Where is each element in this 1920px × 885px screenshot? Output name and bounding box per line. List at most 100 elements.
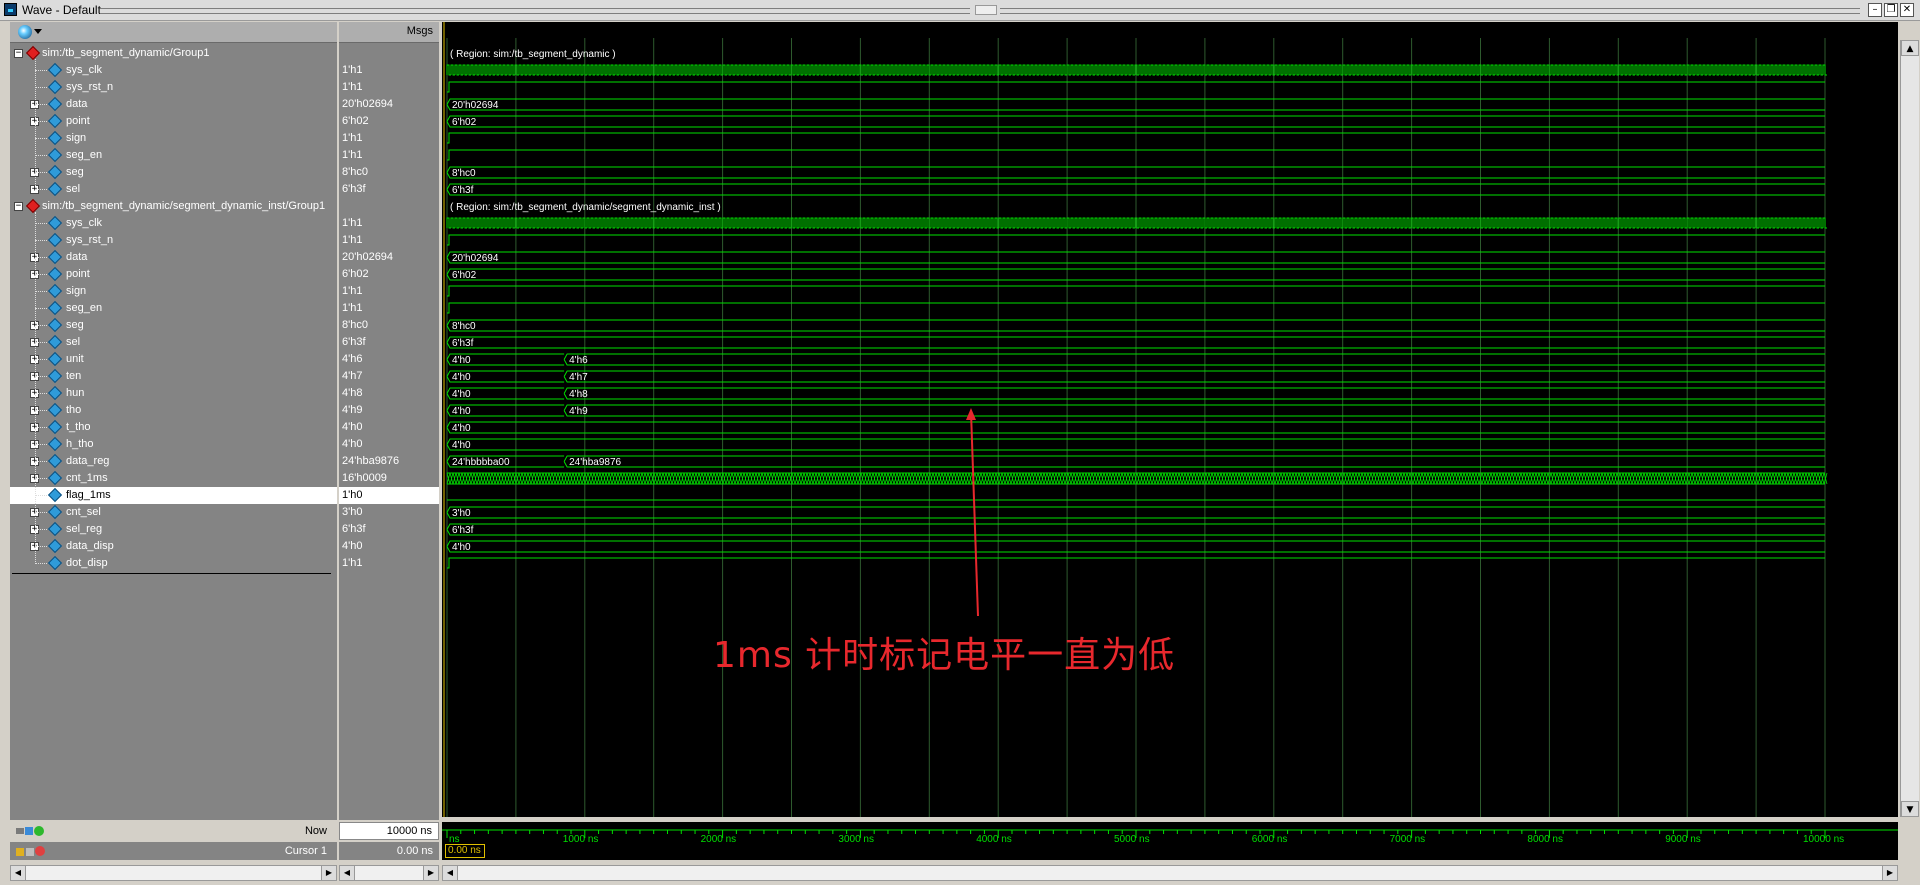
value-row[interactable] xyxy=(339,45,439,62)
signal-row[interactable]: + unit xyxy=(10,351,337,368)
value-row[interactable]: 1'h1 xyxy=(339,232,439,249)
value-row[interactable] xyxy=(339,198,439,215)
signal-row[interactable]: + h_tho xyxy=(10,436,337,453)
chevron-down-icon[interactable] xyxy=(34,29,42,34)
signal-row[interactable]: + data xyxy=(10,96,337,113)
value-row[interactable]: 6'h3f xyxy=(339,334,439,351)
values-hscroll[interactable]: ◀ ▶ xyxy=(339,865,439,881)
value-row[interactable]: 3'h0 xyxy=(339,504,439,521)
signal-row[interactable]: + point xyxy=(10,113,337,130)
value-row[interactable]: 4'h7 xyxy=(339,368,439,385)
value-row[interactable]: 4'h0 xyxy=(339,419,439,436)
value-row[interactable]: 4'h0 xyxy=(339,436,439,453)
signal-row[interactable]: + seg xyxy=(10,317,337,334)
cursor-marker[interactable]: 0.00 ns xyxy=(445,844,485,858)
drag-handle-icon[interactable] xyxy=(975,5,997,15)
signal-row[interactable]: + data xyxy=(10,249,337,266)
signal-name: sys_clk xyxy=(66,217,103,229)
signal-row[interactable]: dot_disp xyxy=(10,555,337,572)
scroll-left-icon[interactable]: ◀ xyxy=(11,866,26,880)
value-row[interactable]: 20'h02694 xyxy=(339,96,439,113)
cursor-lock-icon[interactable] xyxy=(16,844,46,861)
waveform-canvas[interactable]: ( Region: sim:/tb_segment_dynamic ) ( Reg… xyxy=(442,22,1898,817)
ruler-tick-label: 2000 ns xyxy=(701,834,737,845)
cursor-tool-icon[interactable] xyxy=(16,824,44,838)
bus-value-label: 4'h7 xyxy=(569,372,588,383)
time-ruler[interactable]: ns 1000 ns 2000 ns 3000 ns 4000 ns 5000 ns 600… xyxy=(442,822,1898,860)
value-row[interactable]: 4'h8 xyxy=(339,385,439,402)
group-row[interactable]: − sim:/tb_segment_dynamic/Group1 xyxy=(10,45,337,62)
value-row[interactable]: 1'h1 xyxy=(339,62,439,79)
value-row[interactable]: 6'h02 xyxy=(339,266,439,283)
signal-row[interactable]: + cnt_sel xyxy=(10,504,337,521)
cursor-value-box: 0.00 ns xyxy=(339,842,439,860)
signal-row[interactable]: sys_clk xyxy=(10,62,337,79)
value-row[interactable]: 4'h0 xyxy=(339,538,439,555)
signal-row[interactable]: + ten xyxy=(10,368,337,385)
value-row[interactable]: 1'h1 xyxy=(339,147,439,164)
signal-row[interactable]: sign xyxy=(10,283,337,300)
signal-row[interactable]: + t_tho xyxy=(10,419,337,436)
signal-row[interactable]: + data_reg xyxy=(10,453,337,470)
bus-value-label: 4'h6 xyxy=(569,355,588,366)
collapse-icon[interactable]: − xyxy=(14,49,23,58)
window-title: Wave - Default xyxy=(22,3,101,17)
signal-row[interactable]: sign xyxy=(10,130,337,147)
value-row[interactable]: 16'h0009 xyxy=(339,470,439,487)
value-row[interactable]: 4'h6 xyxy=(339,351,439,368)
msgs-label: Msgs xyxy=(406,25,433,37)
value-row[interactable]: 1'h1 xyxy=(339,283,439,300)
signal-row[interactable]: + cnt_1ms xyxy=(10,470,337,487)
signal-values-pane[interactable]: Msgs 1'h1 1'h1 20'h02694 6'h02 1'h1 1'h1 8'hc0… xyxy=(339,22,439,820)
scroll-down-icon[interactable]: ▼ xyxy=(1901,801,1919,817)
scroll-right-icon[interactable]: ▶ xyxy=(423,866,438,880)
signal-row[interactable]: + tho xyxy=(10,402,337,419)
vertical-scrollbar[interactable]: ▲ ▼ xyxy=(1900,40,1919,817)
value-row[interactable]: 6'h3f xyxy=(339,521,439,538)
value-row[interactable]: 24'hba9876 xyxy=(339,453,439,470)
wave-hscroll[interactable]: ◀ ▶ xyxy=(442,865,1898,881)
scroll-left-icon[interactable]: ◀ xyxy=(340,866,355,880)
collapse-icon[interactable]: − xyxy=(14,202,23,211)
value-row[interactable]: 6'h02 xyxy=(339,113,439,130)
value-row[interactable]: 1'h1 xyxy=(339,130,439,147)
value-row[interactable]: 1'h1 xyxy=(339,215,439,232)
bus-value-label: 6'h02 xyxy=(452,270,477,281)
value-row[interactable]: 8'hc0 xyxy=(339,317,439,334)
names-hscroll[interactable]: ◀ ▶ xyxy=(10,865,337,881)
value-row[interactable]: 1'h1 xyxy=(339,300,439,317)
tree-connector xyxy=(35,444,47,445)
value-row[interactable]: 1'h1 xyxy=(339,555,439,572)
signal-icon xyxy=(47,538,63,554)
signal-row[interactable]: sys_rst_n xyxy=(10,232,337,249)
signal-row[interactable]: flag_1ms xyxy=(10,487,337,504)
scroll-left-icon[interactable]: ◀ xyxy=(443,866,458,880)
group-row[interactable]: − sim:/tb_segment_dynamic/segment_dynamic… xyxy=(10,198,337,215)
signal-row[interactable]: seg_en xyxy=(10,300,337,317)
signal-row[interactable]: + hun xyxy=(10,385,337,402)
minimize-icon[interactable]: – xyxy=(1868,3,1882,17)
signal-row[interactable]: + data_disp xyxy=(10,538,337,555)
scroll-right-icon[interactable]: ▶ xyxy=(1882,866,1897,880)
restore-icon[interactable]: ❐ xyxy=(1884,3,1898,17)
value-row[interactable]: 1'h1 xyxy=(339,79,439,96)
value-row[interactable]: 8'hc0 xyxy=(339,164,439,181)
close-icon[interactable]: ✕ xyxy=(1900,3,1914,17)
signal-row[interactable]: + sel_reg xyxy=(10,521,337,538)
wave-tool-icon[interactable] xyxy=(18,25,32,39)
signal-row[interactable]: + seg xyxy=(10,164,337,181)
value-row[interactable]: 1'h0 xyxy=(339,487,439,504)
signal-names-pane[interactable]: − sim:/tb_segment_dynamic/Group1 sys_clk sy… xyxy=(10,22,337,820)
signal-row[interactable]: + sel xyxy=(10,181,337,198)
scroll-right-icon[interactable]: ▶ xyxy=(321,866,336,880)
scroll-up-icon[interactable]: ▲ xyxy=(1901,40,1919,56)
value-row[interactable]: 4'h9 xyxy=(339,402,439,419)
value-row[interactable]: 20'h02694 xyxy=(339,249,439,266)
value-row[interactable]: 6'h3f xyxy=(339,181,439,198)
signal-row[interactable]: + sel xyxy=(10,334,337,351)
signal-row[interactable]: sys_rst_n xyxy=(10,79,337,96)
signal-row[interactable]: + point xyxy=(10,266,337,283)
signal-row[interactable]: sys_clk xyxy=(10,215,337,232)
signal-row[interactable]: seg_en xyxy=(10,147,337,164)
waveform-area[interactable]: ( Region: sim:/tb_segment_dynamic ) ( Reg… xyxy=(442,22,1898,817)
